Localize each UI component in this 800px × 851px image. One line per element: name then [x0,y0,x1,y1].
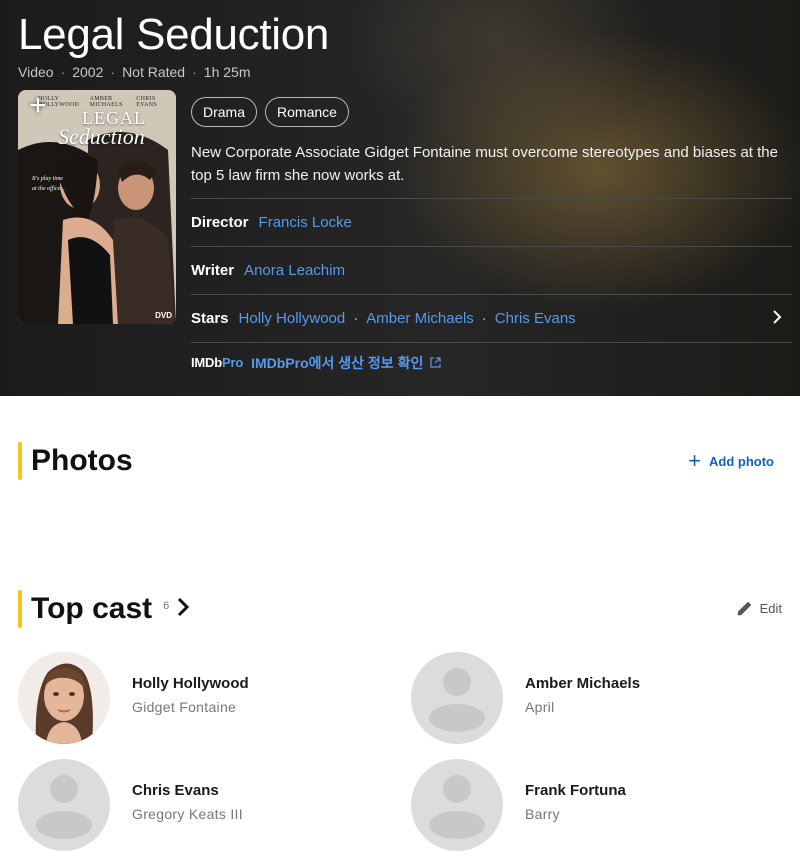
photos-header: Photos [18,442,133,480]
pencil-icon [737,601,751,616]
principal-credits: Director Francis Locke Writer Anora Leac… [191,198,792,382]
character-name[interactable]: Gregory Keats III [132,806,243,822]
character-name[interactable]: April [525,699,640,715]
photos-title: Photos [31,444,133,477]
imdbpro-link[interactable]: IMDbPro에서 생산 정보 확인 [251,353,441,373]
avatar-placeholder-icon[interactable] [18,759,110,851]
poster-title-line2: Seduction [58,124,145,149]
character-name[interactable]: Barry [525,806,626,822]
edit-button[interactable]: Edit [736,599,782,617]
meta-type[interactable]: Video [18,64,54,80]
imdbpro-logo-text: IMDb [191,355,222,370]
avatar-placeholder-icon[interactable] [411,652,503,744]
add-photo-button[interactable]: + Add photo [688,448,774,473]
cast-text: Amber Michaels April [525,675,640,715]
avatar-placeholder-icon[interactable] [411,759,503,851]
dvd-logo: DVD [155,311,172,320]
meta-separator: · [192,64,197,80]
imdbpro-logo-text: Pro [221,355,244,370]
genre-chip[interactable]: Romance [265,97,349,127]
title-hero: Legal Seduction Video · 2002 · Not Rated… [0,0,800,396]
star-link[interactable]: Amber Michaels [366,310,474,327]
genre-chip[interactable]: Drama [191,97,258,127]
chevron-right-icon[interactable] [770,308,784,331]
plot-summary: New Corporate Associate Gidget Fontaine … [191,144,778,184]
character-name[interactable]: Gidget Fontaine [132,699,249,715]
actor-name[interactable]: Frank Fortuna [525,782,626,799]
cast-member[interactable]: Holly Hollywood Gidget Fontaine [18,652,398,744]
meta-separator: · [110,64,116,80]
chevron-right-icon[interactable] [175,596,191,623]
actor-name[interactable]: Holly Hollywood [132,675,249,692]
writer-label: Writer [191,262,235,279]
actor-name[interactable]: Chris Evans [132,782,243,799]
imdbpro-row: IMDbPro IMDbPro에서 생산 정보 확인 [191,342,792,382]
director-row: Director Francis Locke [191,198,792,246]
meta-rating[interactable]: Not Rated [122,64,185,80]
poster[interactable]: HOLLY HOLLYWOOD AMBER MICHAELS CHRIS EVA… [18,90,176,324]
actor-name[interactable]: Amber Michaels [525,675,640,692]
writer-row: Writer Anora Leachim [191,246,792,294]
director-label: Director [191,214,249,231]
section-accent-bar [18,590,22,628]
genre-chips: Drama Romance [191,97,349,127]
cast-text: Holly Hollywood Gidget Fontaine [132,675,249,715]
page-title: Legal Seduction [18,10,330,59]
plus-icon: + [688,448,702,473]
edit-label: Edit [759,600,782,616]
separator: · [353,310,359,327]
cast-text: Chris Evans Gregory Keats III [132,782,243,822]
actor-photo[interactable] [18,652,110,744]
cast-member[interactable]: Chris Evans Gregory Keats III [18,759,398,851]
stars-label: Stars [191,310,229,327]
top-cast-title: Top cast [31,592,153,625]
cast-member[interactable]: Amber Michaels April [411,652,791,744]
section-accent-bar [18,442,22,480]
imdbpro-logo: IMDbPro [191,355,243,370]
cast-count: 6 [163,600,170,612]
cast-text: Frank Fortuna Barry [525,782,626,822]
poster-credit: CHRIS EVANS [136,96,158,108]
poster-tagline-line: It's play time [32,176,63,182]
writer-link[interactable]: Anora Leachim [244,262,345,279]
plus-icon[interactable]: + [24,91,52,121]
cast-member[interactable]: Frank Fortuna Barry [411,759,791,851]
top-cast-header[interactable]: Top cast 6 [18,590,191,628]
star-link[interactable]: Holly Hollywood [239,310,346,327]
meta-separator: · [60,64,66,80]
imdbpro-link-text: IMDbPro에서 생산 정보 확인 [251,354,424,371]
star-link[interactable]: Chris Evans [495,310,576,327]
poster-credits: HOLLY HOLLYWOOD AMBER MICHAELS CHRIS EVA… [38,96,170,108]
meta-year[interactable]: 2002 [72,64,103,80]
stars-row[interactable]: Stars Holly Hollywood · Amber Michaels ·… [191,294,792,342]
separator: · [481,310,487,327]
external-link-icon [430,357,441,368]
poster-credit: AMBER MICHAELS [89,96,123,108]
meta-runtime: 1h 25m [203,64,251,80]
add-photo-label: Add photo [709,453,774,469]
poster-tagline: It's play time at the office... [32,174,65,194]
director-link[interactable]: Francis Locke [259,214,352,231]
title-meta: Video · 2002 · Not Rated · 1h 25m [18,64,250,80]
poster-tagline-line: at the office... [32,186,65,192]
